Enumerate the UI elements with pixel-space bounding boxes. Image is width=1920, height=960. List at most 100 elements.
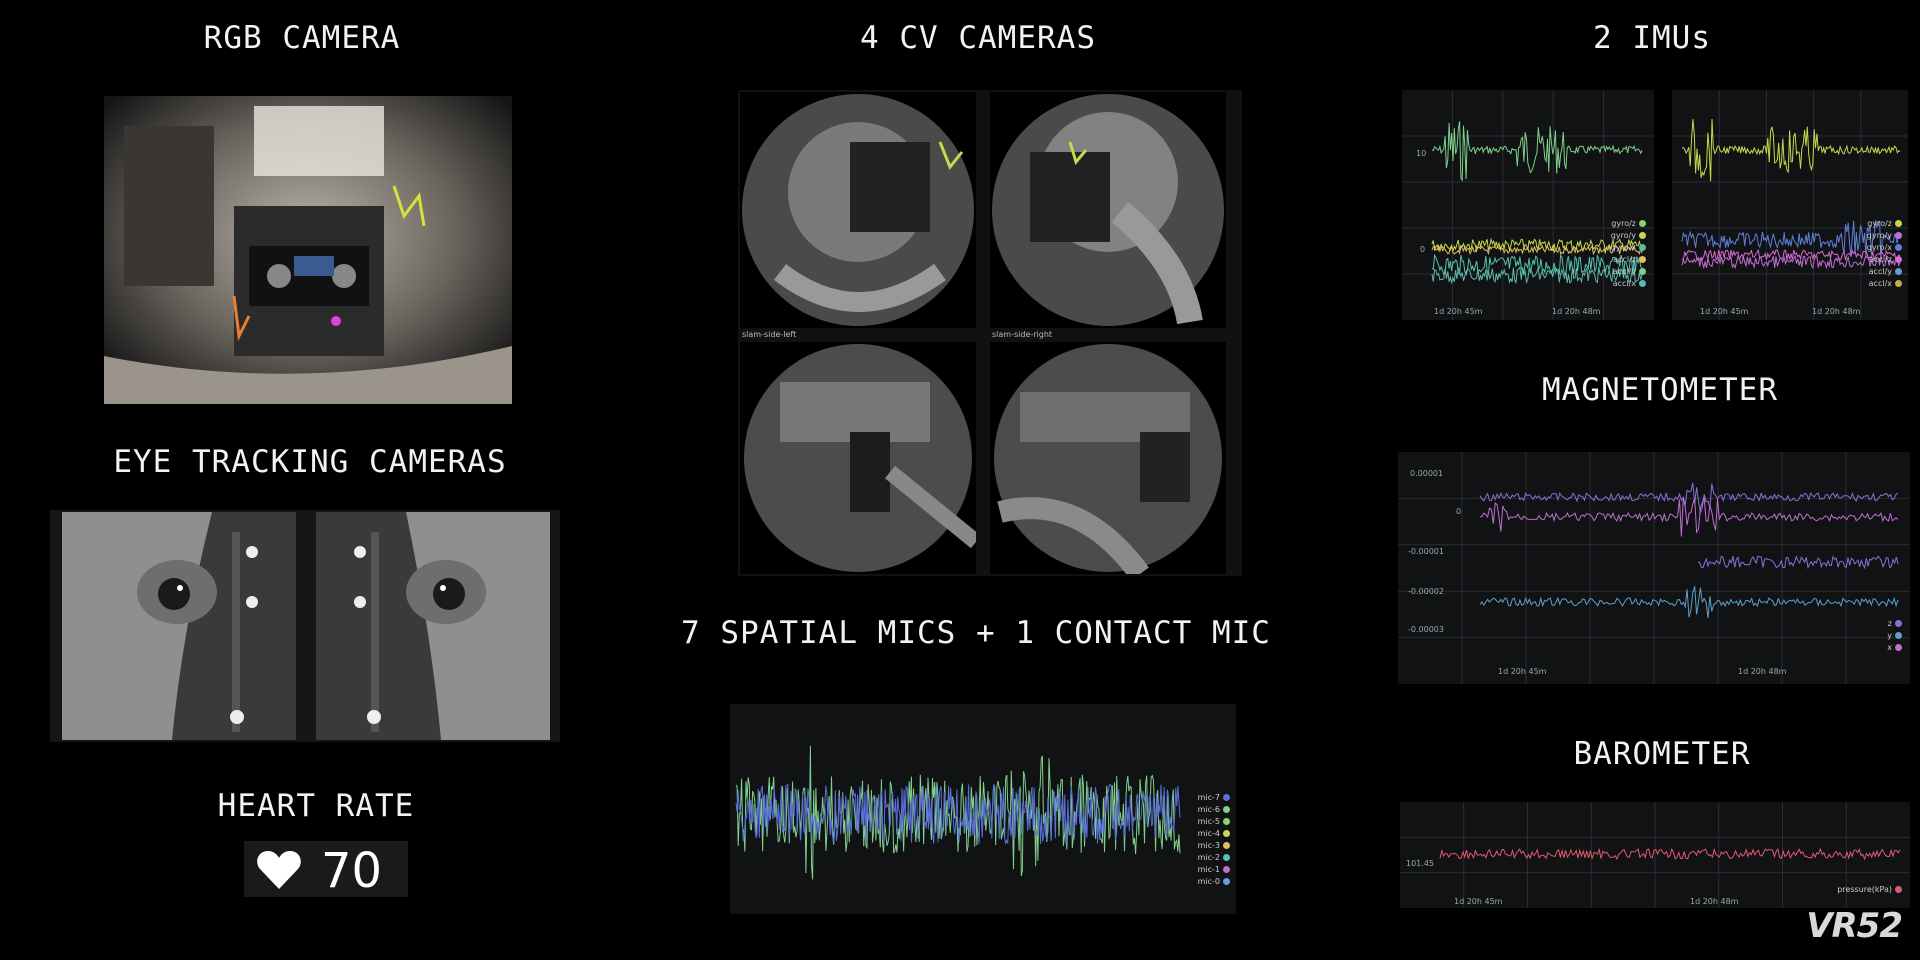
- mag-trace-x: [1479, 497, 1899, 537]
- imu-right-legend-label: gyro/y: [1866, 231, 1892, 240]
- mics-legend-item: mic-2: [1198, 852, 1230, 864]
- imu-right-legend-dot: [1895, 220, 1902, 227]
- imu-left-legend-label: accl/x: [1612, 279, 1636, 288]
- magnetometer-legend-label: y: [1887, 631, 1892, 640]
- mics-legend-item: mic-4: [1198, 828, 1230, 840]
- imu-left-legend-item: gyro/x: [1611, 242, 1646, 254]
- imu-left-legend-dot: [1639, 244, 1646, 251]
- imu-right-legend-dot: [1895, 268, 1902, 275]
- imu-right-legend-dot: [1895, 244, 1902, 251]
- baro-xtick-2: 1d 20h 48m: [1690, 897, 1739, 906]
- mag-ytick-4: -0.00003: [1408, 625, 1444, 634]
- imu-left-trace-gyro-z: [1431, 121, 1643, 182]
- magnetometer-legend-label: x: [1887, 643, 1892, 652]
- imu-right-legend-item: gyro/y: [1867, 230, 1902, 242]
- mics-waveform: [730, 704, 1236, 914]
- imu-right-legend-label: gyro/x: [1866, 243, 1892, 252]
- heart-icon: [257, 851, 301, 889]
- mag-trace-z: [1479, 482, 1899, 515]
- cv-camera-label-right: slam-side-right: [992, 330, 1053, 339]
- magnetometer-legend-item: z: [1887, 618, 1902, 630]
- imu-left-legend: gyro/z gyro/y gyro/x accl/z accl/y accl/x: [1611, 218, 1646, 290]
- imu-right-xtick-1: 1d 20h 45m: [1700, 307, 1749, 316]
- barometer-legend: pressure(kPa): [1837, 884, 1902, 896]
- imu-right-trace-gyro-z: [1682, 118, 1901, 182]
- rgb-camera-title: RGB CAMERA: [203, 20, 401, 56]
- baro-trace-pressure: [1439, 847, 1901, 861]
- heart-rate-title: HEART RATE: [217, 788, 415, 824]
- mics-legend-label: mic-5: [1197, 817, 1220, 826]
- magnetometer-chart: 0.00001 0 -0.00001 -0.00002 -0.00003 1d …: [1398, 452, 1910, 684]
- mag-ytick-3: -0.00002: [1408, 587, 1444, 596]
- cv-camera-top-left: [740, 92, 976, 328]
- mics-legend-dot: [1223, 842, 1230, 849]
- imu-left-legend-dot: [1639, 280, 1646, 287]
- eye-tracking-left-feed: [62, 512, 296, 740]
- heart-rate-display: 70: [244, 841, 408, 899]
- magnetometer-plot: 0.00001 0 -0.00001 -0.00002 -0.00003 1d …: [1398, 452, 1910, 684]
- imu-left-legend-dot: [1639, 232, 1646, 239]
- mics-legend: mic-7 mic-6 mic-5 mic-4 mic-3 mic-2 mic-1 mic-0: [1198, 792, 1230, 888]
- imu-right-legend-dot: [1895, 280, 1902, 287]
- magnetometer-legend-item: y: [1887, 630, 1902, 642]
- imu-right-xtick-2: 1d 20h 48m: [1812, 307, 1861, 316]
- mag-ytick-1: 0: [1456, 507, 1461, 516]
- left-eye-image: [62, 512, 296, 740]
- imu-right-legend-dot: [1895, 232, 1902, 239]
- mag-ytick-0: 0.00001: [1410, 469, 1443, 478]
- imu-left-legend-item: accl/y: [1611, 266, 1646, 278]
- mics-legend-item: mic-1: [1198, 864, 1230, 876]
- magnetometer-title: MAGNETOMETER: [1542, 372, 1778, 408]
- magnetometer-legend-dot: [1895, 620, 1902, 627]
- eye-tracking-panel: [50, 510, 560, 742]
- vr52-watermark: VR52: [1806, 906, 1903, 946]
- eye-tracking-title: EYE TRACKING CAMERAS: [113, 444, 507, 480]
- imu-left-legend-item: accl/z: [1611, 254, 1646, 266]
- imu-left-xtick-2: 1d 20h 48m: [1552, 307, 1601, 316]
- cv-camera-bottom-left: [740, 342, 976, 574]
- imu-left-legend-item: accl/x: [1611, 278, 1646, 290]
- imu-right-legend-item: accl/z: [1867, 254, 1902, 266]
- mag-xtick-1: 1d 20h 45m: [1498, 667, 1547, 676]
- mag-xtick-2: 1d 20h 48m: [1738, 667, 1787, 676]
- baro-xtick-1: 1d 20h 45m: [1454, 897, 1503, 906]
- mics-legend-dot: [1223, 794, 1230, 801]
- mics-title: 7 SPATIAL MICS + 1 CONTACT MIC: [681, 615, 1271, 651]
- imu-left-plot: 10 0 1d 20h 45m 1d 20h 48m gyro/z gyro/y g…: [1402, 90, 1654, 320]
- imu-left-ytick-10: 10: [1416, 149, 1426, 158]
- imu-left-xtick-1: 1d 20h 45m: [1434, 307, 1483, 316]
- mics-legend-item: mic-7: [1198, 792, 1230, 804]
- cv-cameras-panel: slam-side-left slam-side-right: [738, 90, 1242, 576]
- mics-legend-item: mic-0: [1198, 876, 1230, 888]
- eye-tracking-right-feed: [316, 512, 550, 740]
- imu-left-ytick-0: 0: [1420, 245, 1425, 254]
- imu-left-legend-label: gyro/y: [1610, 231, 1636, 240]
- mics-legend-dot: [1223, 830, 1230, 837]
- barometer-chart: 101.45 1d 20h 45m 1d 20h 48m: [1400, 802, 1910, 908]
- magnetometer-legend-label: z: [1887, 619, 1892, 628]
- mics-legend-label: mic-4: [1197, 829, 1220, 838]
- magnetometer-legend-item: x: [1887, 642, 1902, 654]
- rgb-camera-feed: [104, 96, 512, 404]
- imu-left-legend-label: accl/y: [1612, 267, 1636, 276]
- rgb-camera-image: [104, 96, 512, 404]
- mics-legend-dot: [1223, 806, 1230, 813]
- mag-trace-z-late: [1697, 555, 1899, 570]
- imu-left-legend-dot: [1639, 268, 1646, 275]
- imu-right-plot: 1d 20h 45m 1d 20h 48m gyro/z gyro/y gyro/x…: [1672, 90, 1908, 320]
- barometer-plot: 101.45 1d 20h 45m 1d 20h 48m pressure(kP…: [1400, 802, 1910, 908]
- cv-camera-label-left: slam-side-left: [742, 330, 797, 339]
- imu-right-legend-label: accl/y: [1868, 267, 1892, 276]
- imu-left-legend-label: gyro/x: [1610, 243, 1636, 252]
- imu-right-legend-item: gyro/x: [1867, 242, 1902, 254]
- mics-legend-dot: [1223, 818, 1230, 825]
- mag-ytick-2: -0.00001: [1408, 547, 1444, 556]
- mics-legend-label: mic-7: [1197, 793, 1220, 802]
- imu-left-legend-dot: [1639, 220, 1646, 227]
- mics-legend-item: mic-3: [1198, 840, 1230, 852]
- imu-right-legend-item: gyro/z: [1867, 218, 1902, 230]
- barometer-legend-label: pressure(kPa): [1837, 885, 1892, 894]
- mics-legend-label: mic-1: [1197, 865, 1220, 874]
- imu-left-legend-item: gyro/z: [1611, 218, 1646, 230]
- magnetometer-legend-dot: [1895, 644, 1902, 651]
